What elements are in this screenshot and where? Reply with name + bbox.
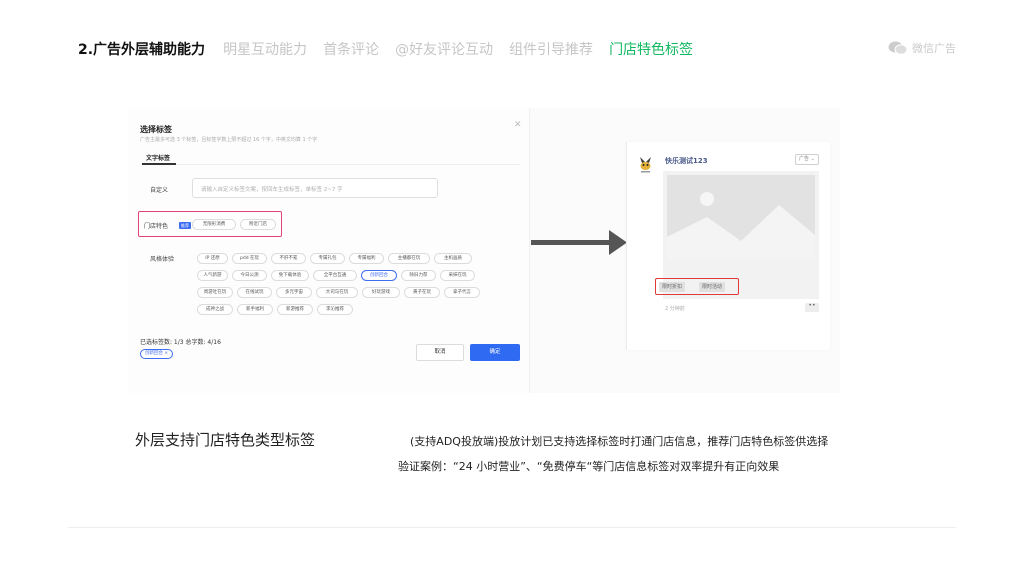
style-chip[interactable]: 主播都在玩 bbox=[388, 253, 430, 264]
close-icon[interactable]: ✕ bbox=[514, 120, 522, 130]
style-chip[interactable]: 多元宇宙 bbox=[276, 287, 312, 298]
style-chip[interactable]: 新手福利 bbox=[237, 304, 273, 315]
store-chip[interactable]: 附近门店 bbox=[240, 219, 276, 230]
wechat-icon bbox=[888, 41, 908, 55]
ad-preview: 快乐测试123 广告 ⌄ 限时折扣 限时活动 2 分钟前 •• bbox=[626, 142, 830, 350]
ad-badge[interactable]: 广告 ⌄ bbox=[795, 154, 819, 165]
section-title: 2.广告外层辅助能力 bbox=[78, 42, 206, 58]
style-chip[interactable]: 李沁推荐 bbox=[317, 304, 353, 315]
feature-screenshot: 选择标签 广告主最多可选 3 个标签，且标签字数上限不超过 16 个字，中英文均… bbox=[128, 108, 840, 393]
style-chip[interactable]: 拿子代言 bbox=[444, 287, 480, 298]
style-chip[interactable]: 采抹在玩 bbox=[440, 270, 475, 281]
style-chip-selected[interactable]: 创新回合 bbox=[361, 270, 397, 281]
style-chip[interactable]: 除旧力荐 bbox=[401, 270, 436, 281]
selected-tag-chip[interactable]: 创新回合 × bbox=[140, 349, 174, 359]
style-chip[interactable]: 大司马在玩 bbox=[316, 287, 358, 298]
top-nav: 2.广告外层辅助能力 明星互动能力 首条评论 @好友评论互动 组件引导推荐 门店… bbox=[78, 38, 709, 60]
style-chip[interactable]: 今日公测 bbox=[232, 270, 267, 281]
style-chip[interactable]: 新游推荐 bbox=[277, 304, 313, 315]
store-tag[interactable]: 限时活动 bbox=[699, 282, 726, 292]
advertiser-avatar bbox=[637, 154, 654, 174]
arrow-right-icon bbox=[531, 230, 627, 255]
caption-line-2: 验证案例：“24 小时营业”、“免费停车“等门店信息标签对双率提升有正向效果 bbox=[398, 460, 780, 473]
style-chip[interactable]: 人气新游 bbox=[197, 270, 228, 281]
store-chip[interactable]: 无限形消费 bbox=[192, 219, 236, 230]
style-chip[interactable]: 周游吐在玩 bbox=[197, 287, 233, 298]
store-tag[interactable]: 限时折扣 bbox=[659, 282, 686, 292]
style-chip[interactable]: pdd 在玩 bbox=[232, 253, 267, 264]
tab-friend-comment[interactable]: @好友评论互动 bbox=[395, 39, 493, 59]
image-placeholder-icon bbox=[667, 175, 815, 259]
tab-store-tags[interactable]: 门店特色标签 bbox=[609, 39, 693, 59]
more-icon[interactable]: •• bbox=[805, 303, 819, 312]
style-chip[interactable]: IP 还原 bbox=[197, 253, 228, 264]
style-chip[interactable]: 免下载体验 bbox=[271, 270, 309, 281]
custom-label: 自定义 bbox=[150, 187, 169, 194]
tab-divider bbox=[140, 164, 520, 165]
style-chip[interactable]: 好玩游戏 bbox=[362, 287, 400, 298]
dialog-subtitle: 广告主最多可选 3 个标签，且标签字数上限不超过 16 个字，中英文均算 1 个… bbox=[140, 137, 318, 143]
confirm-button[interactable]: 确定 bbox=[470, 344, 520, 361]
style-chip[interactable]: 在线试玩 bbox=[237, 287, 272, 298]
tab-component-guide[interactable]: 组件引导推荐 bbox=[509, 39, 593, 59]
style-chip[interactable]: 不肝不氪 bbox=[271, 253, 306, 264]
style-chip[interactable]: 成神之战 bbox=[197, 304, 233, 315]
style-chip[interactable]: 全平台互通 bbox=[313, 270, 357, 281]
caption-title: 外层支持门店特色类型标签 bbox=[135, 431, 316, 449]
style-chip[interactable]: 主机画质 bbox=[434, 253, 472, 264]
advertiser-name: 快乐测试123 bbox=[665, 157, 708, 165]
caption-description: (支持ADQ投放端)投放计划已支持选择标签时打通门店信息，推荐门店特色标签供选择… bbox=[398, 429, 918, 479]
tab-text-tags[interactable]: 文字标签 bbox=[146, 153, 170, 162]
post-time: 2 分钟前 bbox=[665, 306, 685, 312]
tab-star-interaction[interactable]: 明星互动能力 bbox=[223, 39, 307, 59]
style-chip[interactable]: 专属福利 bbox=[349, 253, 384, 264]
select-tag-dialog: 选择标签 广告主最多可选 3 个标签，且标签字数上限不超过 16 个字，中英文均… bbox=[128, 108, 530, 393]
recommend-badge: 推荐 bbox=[179, 222, 191, 229]
store-label: 门店特色 bbox=[144, 223, 169, 230]
style-label: 风格体验 bbox=[150, 256, 175, 263]
tab-first-comment[interactable]: 首条评论 bbox=[323, 39, 379, 59]
cancel-button[interactable]: 取消 bbox=[416, 344, 464, 361]
dialog-title: 选择标签 bbox=[140, 125, 172, 134]
bottom-divider bbox=[68, 527, 956, 528]
custom-tag-input[interactable]: 请输入自定义标签文案，按回车生成标签，单标签 2~7 字 bbox=[192, 178, 438, 198]
style-chip[interactable]: 黄子在玩 bbox=[404, 287, 440, 298]
brand-label: 微信广告 bbox=[912, 42, 956, 55]
caption-line-1: (支持ADQ投放端)投放计划已支持选择标签时打通门店信息，推荐门店特色标签供选择 bbox=[410, 435, 829, 448]
brand-logo: 微信广告 bbox=[888, 40, 956, 56]
tab-underline bbox=[142, 163, 176, 165]
style-chip[interactable]: 专属礼包 bbox=[310, 253, 345, 264]
selection-summary: 已选标签数: 1/3 总字数: 4/16 bbox=[140, 339, 221, 346]
